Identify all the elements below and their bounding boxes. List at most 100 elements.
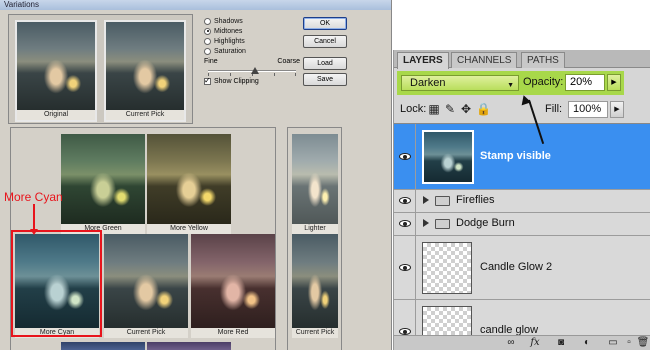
show-clipping-checkbox-row[interactable]: Show Clipping	[204, 76, 259, 85]
eye-icon[interactable]	[399, 220, 411, 227]
save-button[interactable]: Save	[303, 73, 347, 86]
variant-more-green[interactable]: More Green	[61, 134, 145, 234]
opacity-label: Opacity:	[523, 76, 564, 88]
lighter-current-pick-image	[292, 234, 338, 328]
more-cyan-callout-label: More Cyan	[4, 190, 63, 204]
tab-paths[interactable]: PATHS	[521, 52, 565, 68]
fill-slider-arrow-icon[interactable]: ▶	[610, 101, 624, 118]
current-pick-caption: Current Pick	[106, 110, 184, 120]
eye-icon[interactable]	[399, 328, 411, 335]
radio-button[interactable]	[204, 37, 211, 45]
current-pick-image	[106, 22, 184, 110]
visibility-toggle[interactable]	[394, 213, 416, 235]
link-icon[interactable]: ∞	[504, 337, 518, 349]
dropdown-arrow-icon: ▼	[507, 82, 514, 89]
more-blue-image	[61, 342, 145, 350]
more-magenta-image	[147, 342, 231, 350]
expand-triangle-icon[interactable]	[423, 219, 429, 227]
new-group-icon[interactable]: ▭	[606, 337, 620, 349]
more-red-image	[191, 234, 275, 328]
layer-list: Stamp visible Fireflies Dodge Burn Candl…	[394, 123, 650, 335]
layer-thumbnail	[422, 130, 474, 184]
radio-midtones[interactable]: Midtones	[204, 26, 294, 36]
slider-tick	[274, 73, 275, 76]
radio-button[interactable]	[204, 17, 211, 25]
slider-tick	[230, 73, 231, 76]
lighter-current-pick-caption: Current Pick	[292, 328, 338, 338]
slider-tick	[295, 73, 296, 76]
variant-more-yellow[interactable]: More Yellow	[147, 134, 231, 234]
tone-radio-group: Shadows Midtones Highlights Saturation	[204, 16, 294, 56]
radio-shadows[interactable]: Shadows	[204, 16, 294, 26]
panel-tab-bar: LAYERS CHANNELS PATHS	[394, 50, 650, 69]
fx-icon[interactable]: fx	[528, 337, 542, 349]
show-clipping-checkbox[interactable]	[204, 76, 211, 85]
folder-icon	[435, 219, 450, 229]
expand-triangle-icon[interactable]	[423, 196, 429, 204]
visibility-toggle[interactable]	[394, 300, 416, 335]
layer-row-candle-glow[interactable]: candle glow	[394, 300, 650, 335]
adjustment-icon[interactable]: ◐	[580, 337, 594, 349]
opacity-slider-arrow-icon[interactable]: ▶	[607, 74, 621, 91]
visibility-toggle[interactable]	[394, 124, 416, 189]
lighter-caption: Lighter	[292, 224, 338, 234]
lock-move-icon[interactable]: ✥	[460, 102, 472, 116]
lock-brush-icon[interactable]: ✎	[444, 102, 456, 116]
current-pick-thumbnail: Current Pick	[104, 20, 186, 122]
radio-highlights[interactable]: Highlights	[204, 36, 294, 46]
variant-more-magenta[interactable]	[147, 342, 231, 350]
visibility-toggle[interactable]	[394, 190, 416, 212]
fill-label: Fill:	[545, 103, 563, 115]
tab-layers[interactable]: LAYERS	[397, 52, 449, 69]
lock-transparent-icon[interactable]: ▦	[428, 102, 440, 116]
lighter-current-pick: Current Pick	[292, 234, 338, 338]
blend-opacity-highlight: Darken ▼ Opacity: 20% ▶	[397, 71, 624, 95]
blend-mode-value: Darken	[410, 77, 446, 89]
visibility-toggle[interactable]	[394, 236, 416, 299]
tab-channels[interactable]: CHANNELS	[451, 52, 518, 68]
variant-current-pick: Current Pick	[104, 234, 188, 338]
radio-label: Saturation	[214, 47, 246, 55]
load-button[interactable]: Load	[303, 57, 347, 70]
layer-row-dodge-burn[interactable]: Dodge Burn	[394, 213, 650, 236]
lock-all-icon[interactable]: 🔒	[476, 102, 491, 116]
more-red-caption: More Red	[191, 328, 275, 338]
new-layer-icon[interactable]: ▫	[622, 337, 636, 349]
layer-row-candle-glow-2[interactable]: Candle Glow 2	[394, 236, 650, 300]
fill-input[interactable]: 100%	[568, 101, 608, 118]
eye-icon[interactable]	[399, 197, 411, 204]
variant-more-red[interactable]: More Red	[191, 234, 275, 338]
variant-lighter[interactable]: Lighter	[292, 134, 338, 234]
layer-row-fireflies[interactable]: Fireflies	[394, 190, 650, 213]
layer-name: Dodge Burn	[456, 217, 515, 229]
ok-button[interactable]: OK	[303, 17, 347, 30]
lock-label: Lock:	[400, 103, 427, 115]
layer-row-stamp-visible[interactable]: Stamp visible	[394, 124, 650, 190]
dialog-title: Variations	[0, 0, 391, 10]
blend-mode-select[interactable]: Darken ▼	[401, 75, 519, 91]
fine-label: Fine	[204, 58, 218, 65]
radio-button[interactable]	[204, 47, 211, 55]
eye-icon[interactable]	[399, 264, 411, 271]
original-current-group: Original Current Pick	[8, 14, 193, 124]
layer-name: Fireflies	[456, 194, 495, 206]
more-green-image	[61, 134, 145, 224]
original-caption: Original	[17, 110, 95, 120]
variant-more-blue[interactable]	[61, 342, 145, 350]
center-current-pick-image	[104, 234, 188, 328]
center-current-pick-caption: Current Pick	[104, 328, 188, 338]
more-yellow-image	[147, 134, 231, 224]
radio-label: Shadows	[214, 17, 243, 25]
eye-icon[interactable]	[399, 153, 411, 160]
variations-dialog: Variations Original Current Pick Shadows…	[0, 0, 392, 350]
cancel-button[interactable]: Cancel	[303, 35, 347, 48]
more-yellow-caption: More Yellow	[147, 224, 231, 234]
radio-button[interactable]	[204, 27, 211, 35]
callout-arrow-icon	[30, 204, 38, 235]
trash-icon[interactable]: 🗑	[636, 337, 650, 349]
mask-icon[interactable]: ◙	[554, 337, 568, 349]
opacity-input[interactable]: 20%	[565, 74, 605, 91]
more-cyan-highlight-box	[11, 230, 102, 337]
slider-thumb[interactable]	[251, 67, 259, 74]
radio-saturation[interactable]: Saturation	[204, 46, 294, 56]
